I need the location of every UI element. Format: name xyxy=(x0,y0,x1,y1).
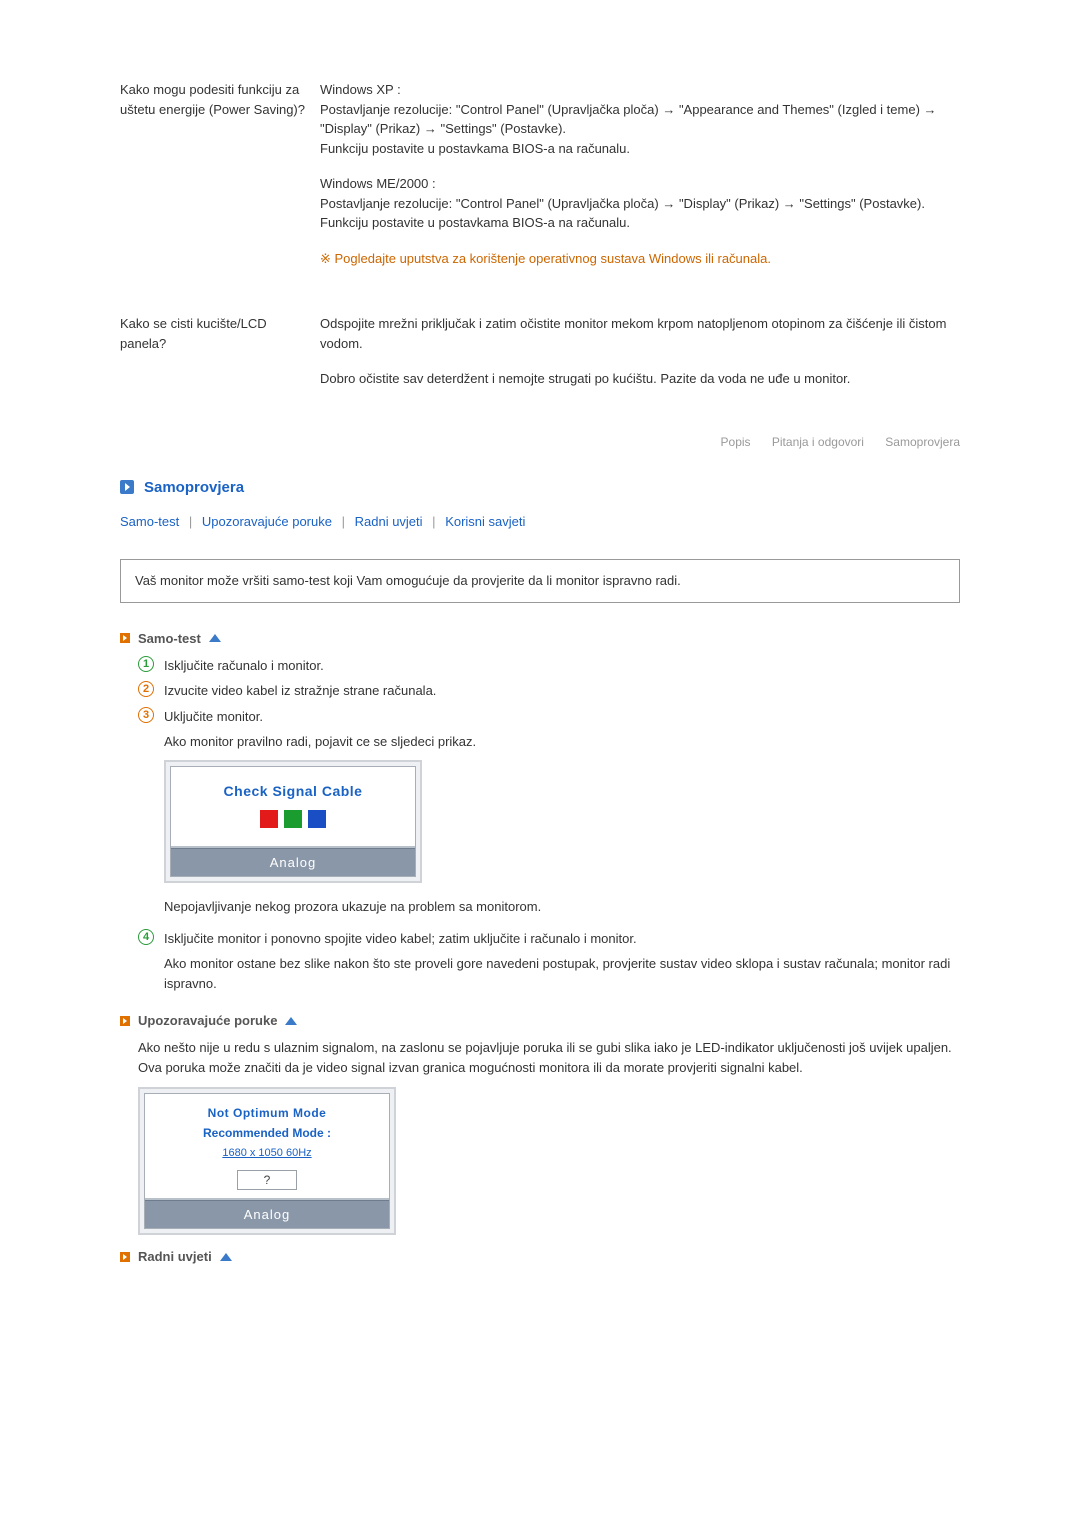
step-item: 1 Isključite računalo i monitor. xyxy=(138,656,960,676)
qa-row: Kako mogu podesiti funkciju za uštetu en… xyxy=(120,80,960,284)
os-label: Windows ME/2000 : xyxy=(320,176,436,191)
answer-line: Odspojite mrežni priključak i zatim očis… xyxy=(320,314,960,353)
blue-square-icon xyxy=(308,810,326,828)
answer-line: Postavljanje rezolucije: "Control Panel"… xyxy=(320,196,925,211)
answer-line: Postavljanje rezolucije: "Control Panel"… xyxy=(320,102,937,137)
anchor-tips[interactable]: Korisni savjeti xyxy=(445,514,525,529)
step-text: Izvucite video kabel iz stražnje strane … xyxy=(164,681,960,701)
osd-title-area: Not Optimum Mode Recommended Mode : 1680… xyxy=(145,1094,389,1200)
osd-line: 1680 x 1050 60Hz xyxy=(222,1145,311,1162)
step-text: Uključite monitor. xyxy=(164,707,960,727)
osd-inner: Not Optimum Mode Recommended Mode : 1680… xyxy=(144,1093,390,1229)
step-text: Isključite monitor i ponovno spojite vid… xyxy=(164,929,960,949)
bullet-icon xyxy=(120,1016,130,1026)
subsection-header: Samo-test xyxy=(120,631,960,646)
up-arrow-icon[interactable] xyxy=(285,1017,297,1025)
intro-box: Vaš monitor može vršiti samo-test koji V… xyxy=(120,559,960,603)
step-body: Uključite monitor. Ako monitor pravilno … xyxy=(164,707,960,923)
tab-selftest[interactable]: Samoprovjera xyxy=(885,435,960,449)
separator: | xyxy=(189,514,192,529)
qa-list: Kako mogu podesiti funkciju za uštetu en… xyxy=(120,80,960,405)
steps-list: 1 Isključite računalo i monitor. 2 Izvuc… xyxy=(120,656,960,1000)
page-content: Kako mogu podesiti funkciju za uštetu en… xyxy=(0,0,1080,1334)
answer-line: Funkciju postavite u postavkama BIOS-a n… xyxy=(320,141,630,156)
note-icon: ※ xyxy=(320,251,335,266)
osd-color-squares xyxy=(171,802,415,838)
note-text: ※ Pogledajte uputstva za korištenje oper… xyxy=(320,249,960,269)
section-tabs: Popis Pitanja i odgovori Samoprovjera xyxy=(120,435,960,449)
red-square-icon xyxy=(260,810,278,828)
step-number-icon: 2 xyxy=(138,681,154,697)
osd-line: Not Optimum Mode xyxy=(145,1104,389,1122)
note-body: Pogledajte uputstva za korištenje operat… xyxy=(335,251,771,266)
step-text: Isključite računalo i monitor. xyxy=(164,656,960,676)
step-text: Ako monitor pravilno radi, pojavit ce se… xyxy=(164,732,960,752)
separator: | xyxy=(432,514,435,529)
qa-answer: Windows XP : Postavljanje rezolucije: "C… xyxy=(320,80,960,284)
section-header: Samoprovjera xyxy=(120,479,960,496)
anchor-links: Samo-test | Upozoravajuće poruke | Radni… xyxy=(120,514,960,529)
section-title: Samoprovjera xyxy=(144,479,244,496)
bullet-icon xyxy=(120,1252,130,1262)
up-arrow-icon[interactable] xyxy=(220,1253,232,1261)
subsection-title: Upozoravajuće poruke xyxy=(138,1013,277,1028)
osd-title: Check Signal Cable xyxy=(171,781,415,802)
subsection-header: Upozoravajuće poruke xyxy=(120,1013,960,1028)
step-number-icon: 3 xyxy=(138,707,154,723)
answer-text: Windows XP : Postavljanje rezolucije: "C… xyxy=(320,80,960,158)
anchor-environment[interactable]: Radni uvjeti xyxy=(355,514,423,529)
step-text: Ako monitor ostane bez slike nakon što s… xyxy=(164,954,960,993)
step-body: Isključite monitor i ponovno spojite vid… xyxy=(164,929,960,1000)
up-arrow-icon[interactable] xyxy=(209,634,221,642)
step-text: Nepojavljivanje nekog prozora ukazuje na… xyxy=(164,897,960,917)
osd-footer: Analog xyxy=(171,848,415,877)
answer-text: Windows ME/2000 : Postavljanje rezolucij… xyxy=(320,174,960,233)
subsection-header: Radni uvjeti xyxy=(120,1249,960,1264)
green-square-icon xyxy=(284,810,302,828)
step-item: 4 Isključite monitor i ponovno spojite v… xyxy=(138,929,960,1000)
anchor-warnings[interactable]: Upozoravajuće poruke xyxy=(202,514,332,529)
separator: | xyxy=(342,514,345,529)
bullet-icon xyxy=(120,633,130,643)
os-label: Windows XP : xyxy=(320,82,401,97)
answer-line: Funkciju postavite u postavkama BIOS-a n… xyxy=(320,215,630,230)
step-item: 2 Izvucite video kabel iz stražnje stran… xyxy=(138,681,960,701)
step-item: 3 Uključite monitor. Ako monitor praviln… xyxy=(138,707,960,923)
warning-paragraph: Ako nešto nije u redu s ulaznim signalom… xyxy=(120,1038,960,1077)
osd-screenshot: Check Signal Cable Analog xyxy=(164,760,422,884)
step-number-icon: 1 xyxy=(138,656,154,672)
qa-question: Kako se cisti kucište/LCD panela? xyxy=(120,314,320,405)
osd-screenshot: Not Optimum Mode Recommended Mode : 1680… xyxy=(138,1087,396,1235)
osd-help-button: ? xyxy=(237,1170,297,1190)
osd-footer: Analog xyxy=(145,1200,389,1229)
qa-question: Kako mogu podesiti funkciju za uštetu en… xyxy=(120,80,320,284)
qa-row: Kako se cisti kucište/LCD panela? Odspoj… xyxy=(120,314,960,405)
subsection-title: Radni uvjeti xyxy=(138,1249,212,1264)
anchor-samotest[interactable]: Samo-test xyxy=(120,514,179,529)
answer-line: Dobro očistite sav deterdžent i nemojte … xyxy=(320,369,960,389)
qa-answer: Odspojite mrežni priključak i zatim očis… xyxy=(320,314,960,405)
tab-list[interactable]: Popis xyxy=(721,435,751,449)
osd-wrapper: Not Optimum Mode Recommended Mode : 1680… xyxy=(120,1087,960,1235)
arrow-icon xyxy=(120,480,134,494)
osd-title-area: Check Signal Cable xyxy=(171,767,415,848)
osd-inner: Check Signal Cable Analog xyxy=(170,766,416,878)
subsection-title: Samo-test xyxy=(138,631,201,646)
step-number-icon: 4 xyxy=(138,929,154,945)
osd-line: Recommended Mode : xyxy=(145,1124,389,1142)
tab-qa[interactable]: Pitanja i odgovori xyxy=(772,435,864,449)
